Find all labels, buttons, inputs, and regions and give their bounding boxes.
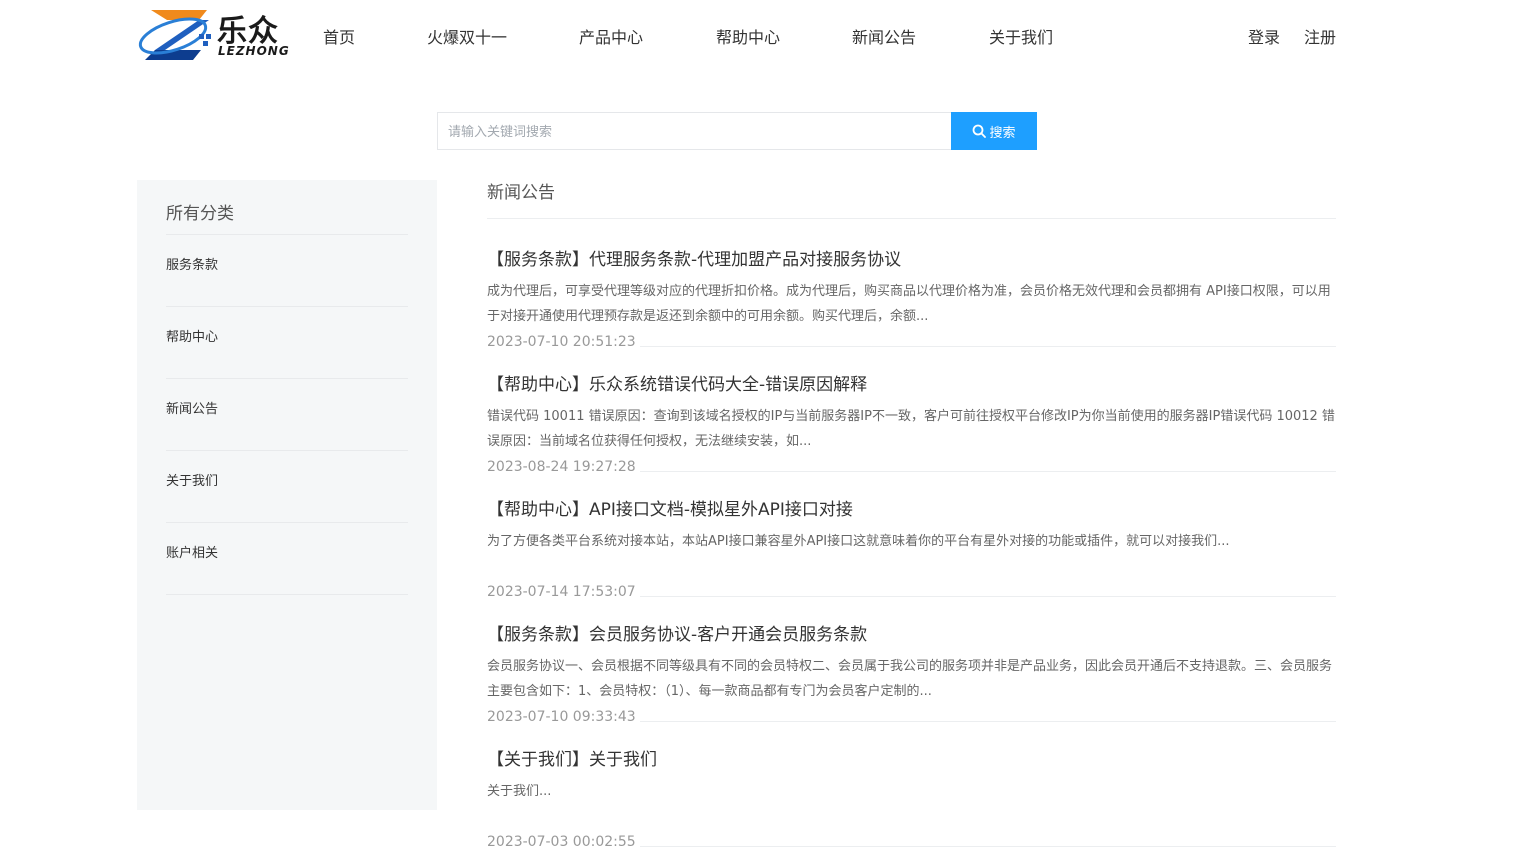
sidebar-item-help[interactable]: 帮助中心	[166, 326, 218, 345]
logo-mark-icon	[138, 10, 211, 60]
article-footer: 2023-07-03 00:02:55	[487, 834, 1336, 849]
article-item[interactable]: 【关于我们】关于我们 关于我们... 2023-07-03 00:02:55	[487, 745, 1336, 849]
article-date: 2023-07-14 17:53:07	[487, 584, 640, 600]
article-summary: 为了方便各类平台系统对接本站，本站API接口兼容星外API接口这就意味着你的平台…	[487, 534, 1230, 549]
article-footer: 2023-07-10 09:33:43	[487, 709, 1336, 729]
search-button-label: 搜索	[989, 125, 1016, 141]
nav-help[interactable]: 帮助中心	[716, 24, 780, 48]
article-title[interactable]: 【服务条款】代理服务条款-代理加盟产品对接服务协议	[487, 245, 1336, 270]
sidebar-item-news[interactable]: 新闻公告	[166, 398, 218, 417]
nav-home[interactable]: 首页	[323, 24, 355, 48]
sidebar-title: 所有分类	[166, 204, 234, 224]
article-summary: 关于我们...	[487, 784, 552, 799]
search-icon	[973, 124, 987, 138]
search-button[interactable]: 搜索	[951, 112, 1037, 150]
sidebar-divider	[166, 450, 408, 451]
article-footer: 2023-08-24 19:27:28	[487, 459, 1336, 479]
sidebar-divider	[166, 378, 408, 379]
sidebar-item-terms[interactable]: 服务条款	[166, 254, 218, 273]
sidebar-item-account[interactable]: 账户相关	[166, 542, 218, 561]
sidebar-divider	[166, 306, 408, 307]
login-link[interactable]: 登录	[1248, 24, 1280, 48]
article-item[interactable]: 【帮助中心】乐众系统错误代码大全-错误原因解释 错误代码 10011 错误原因：…	[487, 370, 1336, 479]
article-date: 2023-07-10 09:33:43	[487, 709, 640, 725]
article-date: 2023-07-03 00:02:55	[487, 834, 640, 849]
article-summary: 成为代理后，可享受代理等级对应的代理折扣价格。成为代理后，购买商品以代理价格为准…	[487, 284, 1331, 324]
sidebar-divider	[166, 594, 408, 595]
category-sidebar: 所有分类 服务条款 帮助中心 新闻公告 关于我们 账户相关	[137, 180, 437, 810]
nav-news[interactable]: 新闻公告	[852, 24, 916, 48]
article-item[interactable]: 【服务条款】会员服务协议-客户开通会员服务条款 会员服务协议一、会员根据不同等级…	[487, 620, 1336, 729]
nav-products[interactable]: 产品中心	[579, 24, 643, 48]
sidebar-item-about[interactable]: 关于我们	[166, 470, 218, 489]
search-input[interactable]	[437, 112, 951, 150]
article-date: 2023-08-24 19:27:28	[487, 459, 640, 475]
article-title[interactable]: 【关于我们】关于我们	[487, 745, 1336, 770]
article-footer: 2023-07-14 17:53:07	[487, 584, 1336, 604]
article-summary: 会员服务协议一、会员根据不同等级具有不同的会员特权二、会员属于我公司的服务项并非…	[487, 659, 1333, 699]
nav-double-eleven[interactable]: 火爆双十一	[427, 24, 507, 48]
sidebar-divider	[166, 234, 408, 235]
page-title: 新闻公告	[487, 183, 555, 203]
article-date: 2023-07-10 20:51:23	[487, 334, 640, 350]
title-divider	[487, 218, 1336, 219]
article-title[interactable]: 【帮助中心】API接口文档-模拟星外API接口对接	[487, 495, 1336, 520]
register-link[interactable]: 注册	[1304, 24, 1336, 48]
article-item[interactable]: 【服务条款】代理服务条款-代理加盟产品对接服务协议 成为代理后，可享受代理等级对…	[487, 245, 1336, 354]
article-title[interactable]: 【帮助中心】乐众系统错误代码大全-错误原因解释	[487, 370, 1336, 395]
logo[interactable]: 乐众 LEZHONG	[137, 4, 289, 62]
sidebar-divider	[166, 522, 408, 523]
logo-subtext: LEZHONG	[218, 44, 290, 58]
nav-about[interactable]: 关于我们	[989, 24, 1053, 48]
article-title[interactable]: 【服务条款】会员服务协议-客户开通会员服务条款	[487, 620, 1336, 645]
article-item[interactable]: 【帮助中心】API接口文档-模拟星外API接口对接 为了方便各类平台系统对接本站…	[487, 495, 1336, 604]
article-summary: 错误代码 10011 错误原因：查询到该域名授权的IP与当前服务器IP不一致，客…	[487, 409, 1335, 449]
header: 乐众 LEZHONG 首页 火爆双十一 产品中心 帮助中心 新闻公告 关于我们 …	[0, 0, 1521, 70]
article-footer: 2023-07-10 20:51:23	[487, 334, 1336, 354]
